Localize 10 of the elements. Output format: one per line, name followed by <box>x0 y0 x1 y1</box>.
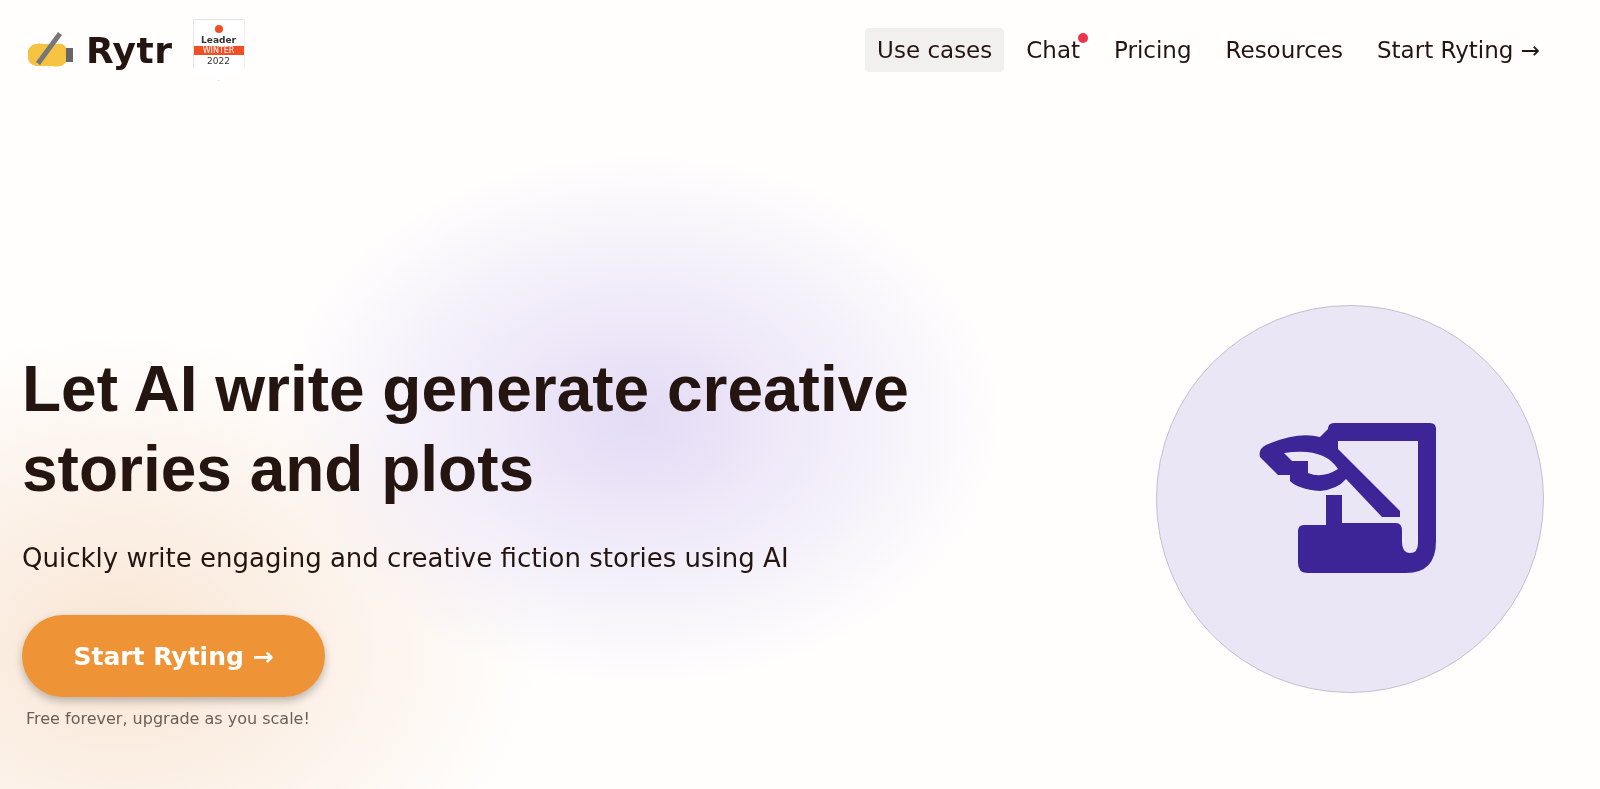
nav-link[interactable]: Start Ryting → <box>1365 28 1552 72</box>
nav-link[interactable]: Resources <box>1213 28 1355 72</box>
nav-link[interactable]: Pricing <box>1102 28 1204 72</box>
logo-text[interactable]: Rytr <box>86 29 173 71</box>
nav-link[interactable]: Use cases <box>865 28 1005 72</box>
pricing-note: Free forever, upgrade as you scale! <box>26 709 310 728</box>
award-badge: Leader WINTER 2022 <box>192 19 245 81</box>
hero-subheading: Quickly write engaging and creative fiction stories using AI <box>22 543 789 573</box>
hero-heading: Let AI write generate creative stories and plots <box>22 352 910 507</box>
nav-link[interactable]: Chat <box>1014 28 1092 72</box>
